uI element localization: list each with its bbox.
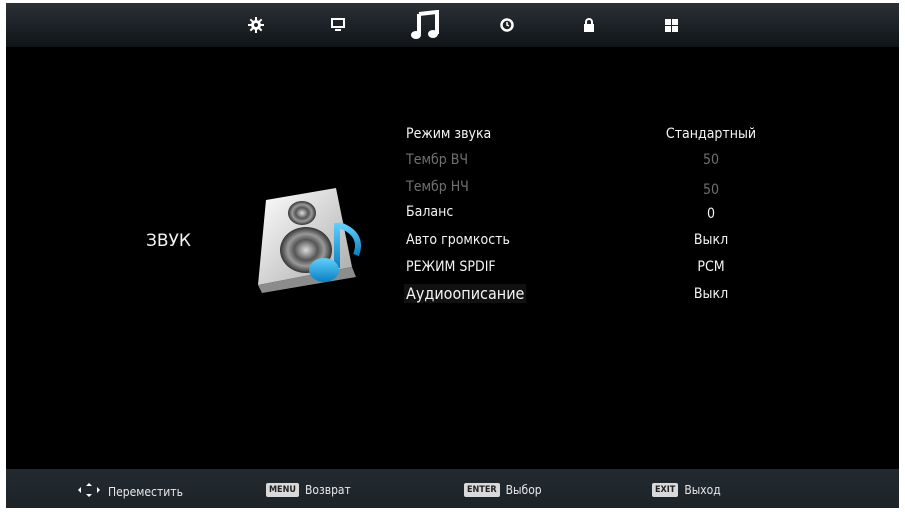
hint-select-label: Выбор bbox=[505, 483, 542, 497]
balance-value: 0 bbox=[706, 206, 715, 222]
treble-value: 50 bbox=[702, 152, 720, 168]
tv-screen: ЗВУК Режим звука Стандартный Тембр ВЧ 50… bbox=[6, 3, 899, 508]
dpad-arrows-icon bbox=[78, 483, 100, 500]
bass-value: 50 bbox=[702, 182, 720, 198]
balance-label[interactable]: Баланс bbox=[406, 204, 453, 220]
hint-move: Переместить bbox=[78, 483, 183, 500]
bass-label: Тембр НЧ bbox=[406, 179, 469, 195]
sound-mode-value: Стандартный bbox=[665, 126, 757, 142]
bottom-hint-bar: Переместить MENU Возврат ENTER Выбор EXI… bbox=[6, 469, 899, 508]
grid-icon[interactable] bbox=[661, 15, 681, 35]
monitor-icon[interactable] bbox=[328, 15, 348, 35]
speaker-icon bbox=[244, 185, 374, 295]
hint-move-label: Переместить bbox=[108, 484, 183, 499]
hint-back-label: Возврат bbox=[304, 483, 351, 497]
exit-key: EXIT bbox=[652, 483, 679, 497]
sound-mode-label[interactable]: Режим звука bbox=[406, 126, 491, 142]
enter-key: ENTER bbox=[464, 483, 500, 497]
hint-select: ENTER Выбор bbox=[464, 483, 542, 497]
spdif-mode-label[interactable]: РЕЖИМ SPDIF bbox=[406, 259, 496, 275]
auto-volume-label[interactable]: Авто громкость bbox=[406, 232, 510, 248]
audio-description-label[interactable]: Аудиоописание bbox=[404, 284, 527, 303]
hint-back: MENU Возврат bbox=[266, 483, 351, 497]
spdif-mode-value: PCM bbox=[697, 259, 725, 275]
hint-exit: EXIT Выход bbox=[652, 483, 721, 497]
page-title: ЗВУК bbox=[146, 231, 191, 251]
treble-label: Тембр ВЧ bbox=[406, 152, 468, 168]
auto-volume-value: Выкл bbox=[693, 232, 729, 248]
lock-icon[interactable] bbox=[579, 15, 599, 35]
audio-description-value: Выкл bbox=[693, 286, 729, 302]
menu-key: MENU bbox=[266, 483, 299, 497]
hint-exit-label: Выход bbox=[684, 483, 721, 497]
music-note-icon[interactable] bbox=[409, 9, 441, 41]
clock-icon[interactable] bbox=[497, 15, 517, 35]
gear-icon[interactable] bbox=[246, 15, 266, 35]
top-tab-bar bbox=[6, 3, 899, 47]
